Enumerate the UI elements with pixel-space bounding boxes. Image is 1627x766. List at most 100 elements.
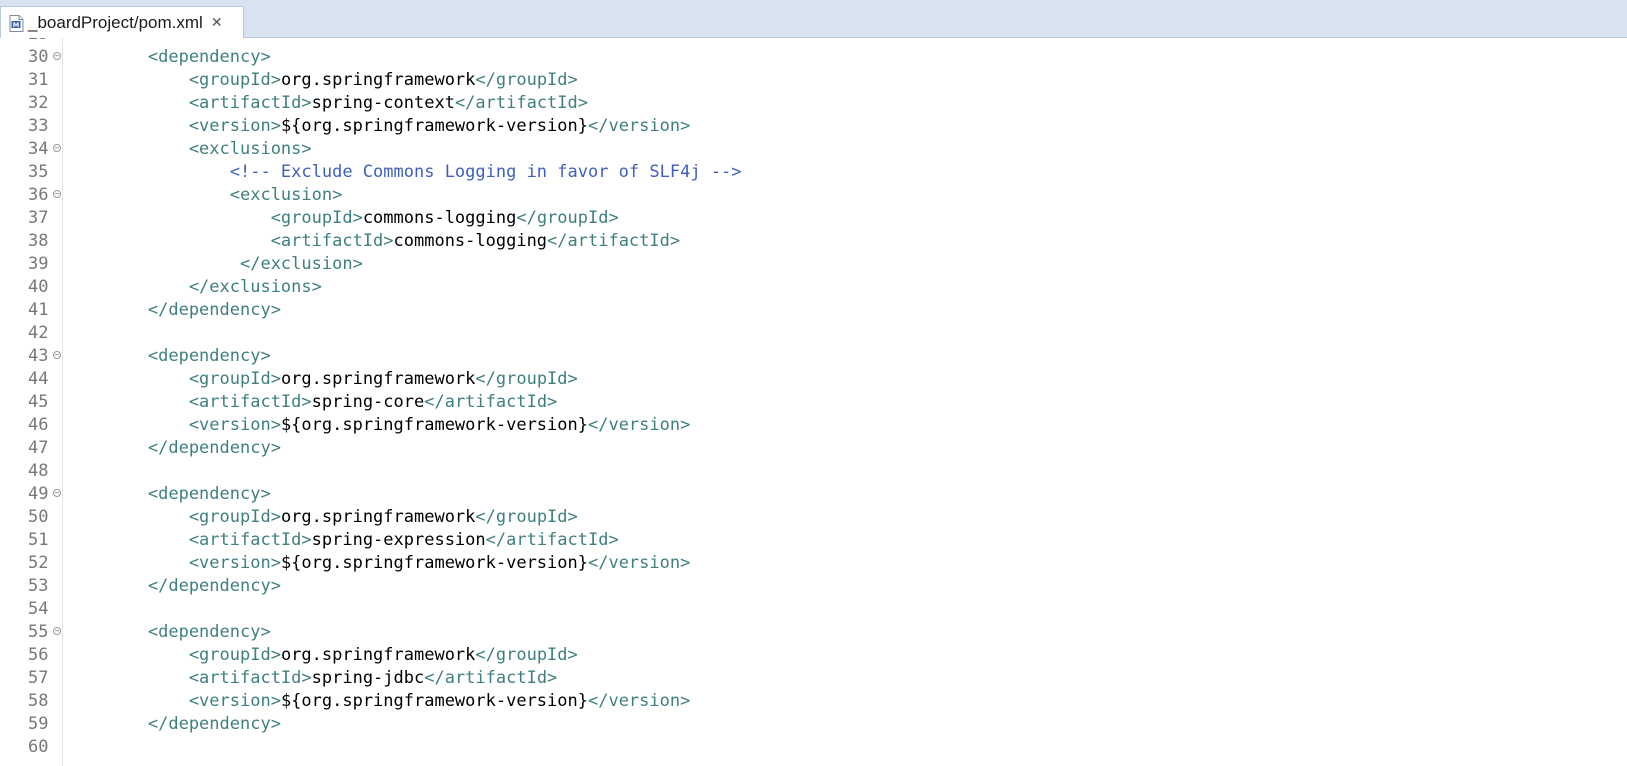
line-number-text: 46	[28, 415, 49, 435]
line-number: 53	[4, 575, 62, 598]
line-number-text: 52	[28, 553, 49, 573]
xml-tag: <version>	[66, 116, 281, 136]
xml-tag: <artifactId>	[66, 392, 312, 412]
xml-tag: <artifactId>	[66, 530, 312, 550]
xml-text: ${org.springframework-version}	[280, 553, 588, 573]
xml-tag: </version>	[587, 553, 691, 573]
line-number: 46	[4, 414, 62, 437]
line-number-text: 40	[28, 277, 49, 297]
xml-tag: </dependency>	[66, 438, 281, 458]
line-number: 37	[4, 207, 62, 230]
code-line: <artifactId>commons-logging</artifactId>	[66, 230, 1616, 253]
tab-label: _boardProject/pom.xml	[28, 13, 203, 32]
line-number: 52	[4, 552, 62, 575]
code-line: </dependency>	[66, 575, 1616, 598]
editor-tab-bar: M _boardProject/pom.xml ✕	[0, 0, 1627, 39]
code-line: <version>${org.springframework-version}<…	[66, 414, 1616, 437]
xml-tag: </groupId>	[475, 369, 578, 389]
line-number: 60	[4, 736, 62, 759]
xml-text: commons-logging	[393, 231, 548, 251]
xml-tag: </version>	[587, 691, 691, 711]
line-number: 30	[4, 46, 62, 69]
line-number-text: 49	[28, 484, 49, 504]
xml-tag: </dependency>	[66, 300, 281, 320]
xml-text: org.springframework	[280, 645, 476, 665]
line-number-text: 30	[28, 47, 49, 67]
line-number: 58	[4, 690, 62, 713]
line-number-text: 36	[28, 185, 49, 205]
line-number: 40	[4, 276, 62, 299]
xml-tag: </version>	[587, 415, 691, 435]
close-icon[interactable]: ✕	[211, 16, 223, 30]
line-number-text: 33	[28, 116, 49, 136]
line-number: 50	[4, 506, 62, 529]
fold-collapse-icon[interactable]	[53, 144, 61, 152]
fold-collapse-icon[interactable]	[53, 52, 61, 60]
fold-collapse-icon[interactable]	[53, 351, 61, 359]
fold-collapse-icon[interactable]	[53, 190, 61, 198]
line-number-text: 54	[28, 599, 49, 619]
xml-text: ${org.springframework-version}	[280, 116, 588, 136]
line-number-text: 37	[28, 208, 49, 228]
line-number: 41	[4, 299, 62, 322]
tab-pom-xml[interactable]: M _boardProject/pom.xml ✕	[0, 6, 244, 39]
fold-collapse-icon[interactable]	[53, 489, 61, 497]
line-number-text: 44	[28, 369, 49, 389]
line-number-text: 56	[28, 645, 49, 665]
code-line: <groupId>org.springframework</groupId>	[66, 644, 1616, 667]
code-line: <dependency>	[66, 621, 1616, 644]
code-line: <artifactId>spring-context</artifactId>	[66, 92, 1616, 115]
line-number: 51	[4, 529, 62, 552]
line-number-text: 53	[28, 576, 49, 596]
xml-tag: </groupId>	[475, 645, 578, 665]
line-number-text: 57	[28, 668, 49, 688]
svg-text:M: M	[13, 21, 19, 29]
line-number-text: 58	[28, 691, 49, 711]
code-line: <exclusion>	[66, 184, 1616, 207]
maven-pom-file-icon: M	[9, 14, 24, 32]
line-number-text: 34	[28, 139, 49, 159]
line-number-text: 35	[28, 162, 49, 182]
line-number: 32	[4, 92, 62, 115]
xml-editor[interactable]: 29 30 31 32 33 34 35 36 37 38 39 40 41 42 43 44 45 46 47 48…	[0, 38, 1627, 766]
xml-tag: </artifactId>	[547, 231, 681, 251]
code-line: </exclusions>	[66, 276, 1616, 299]
line-number-text: 47	[28, 438, 49, 458]
xml-tag: </artifactId>	[454, 93, 588, 113]
xml-tag: </exclusion>	[66, 254, 363, 274]
xml-tag: </dependency>	[66, 576, 281, 596]
xml-text: spring-jdbc	[311, 668, 425, 688]
line-number: 57	[4, 667, 62, 690]
code-line: <artifactId>spring-core</artifactId>	[66, 391, 1616, 414]
xml-tag: </groupId>	[475, 70, 578, 90]
code-line: </exclusion>	[66, 253, 1616, 276]
xml-tag: </dependency>	[66, 714, 281, 734]
line-number: 44	[4, 368, 62, 391]
line-number: 43	[4, 345, 62, 368]
line-number-text: 50	[28, 507, 49, 527]
xml-text: ${org.springframework-version}	[280, 415, 588, 435]
xml-text: spring-core	[311, 392, 425, 412]
code-line: <artifactId>spring-expression</artifactI…	[66, 529, 1616, 552]
line-number: 55	[4, 621, 62, 644]
line-number: 29	[4, 38, 62, 46]
line-number: 33	[4, 115, 62, 138]
xml-tag: <artifactId>	[66, 93, 312, 113]
xml-tag: <groupId>	[66, 645, 281, 665]
code-line: <dependency>	[66, 46, 1616, 69]
code-line: <version>${org.springframework-version}<…	[66, 115, 1616, 138]
line-number-text: 45	[28, 392, 49, 412]
code-line: <artifactId>spring-jdbc</artifactId>	[66, 667, 1616, 690]
xml-text: spring-context	[311, 93, 455, 113]
fold-collapse-icon[interactable]	[53, 627, 61, 635]
line-number: 34	[4, 138, 62, 161]
code-area[interactable]: <dependency> <groupId>org.springframewor…	[66, 38, 1616, 759]
xml-tag: <artifactId>	[66, 668, 312, 688]
xml-text: ${org.springframework-version}	[280, 691, 588, 711]
code-line: <dependency>	[66, 345, 1616, 368]
